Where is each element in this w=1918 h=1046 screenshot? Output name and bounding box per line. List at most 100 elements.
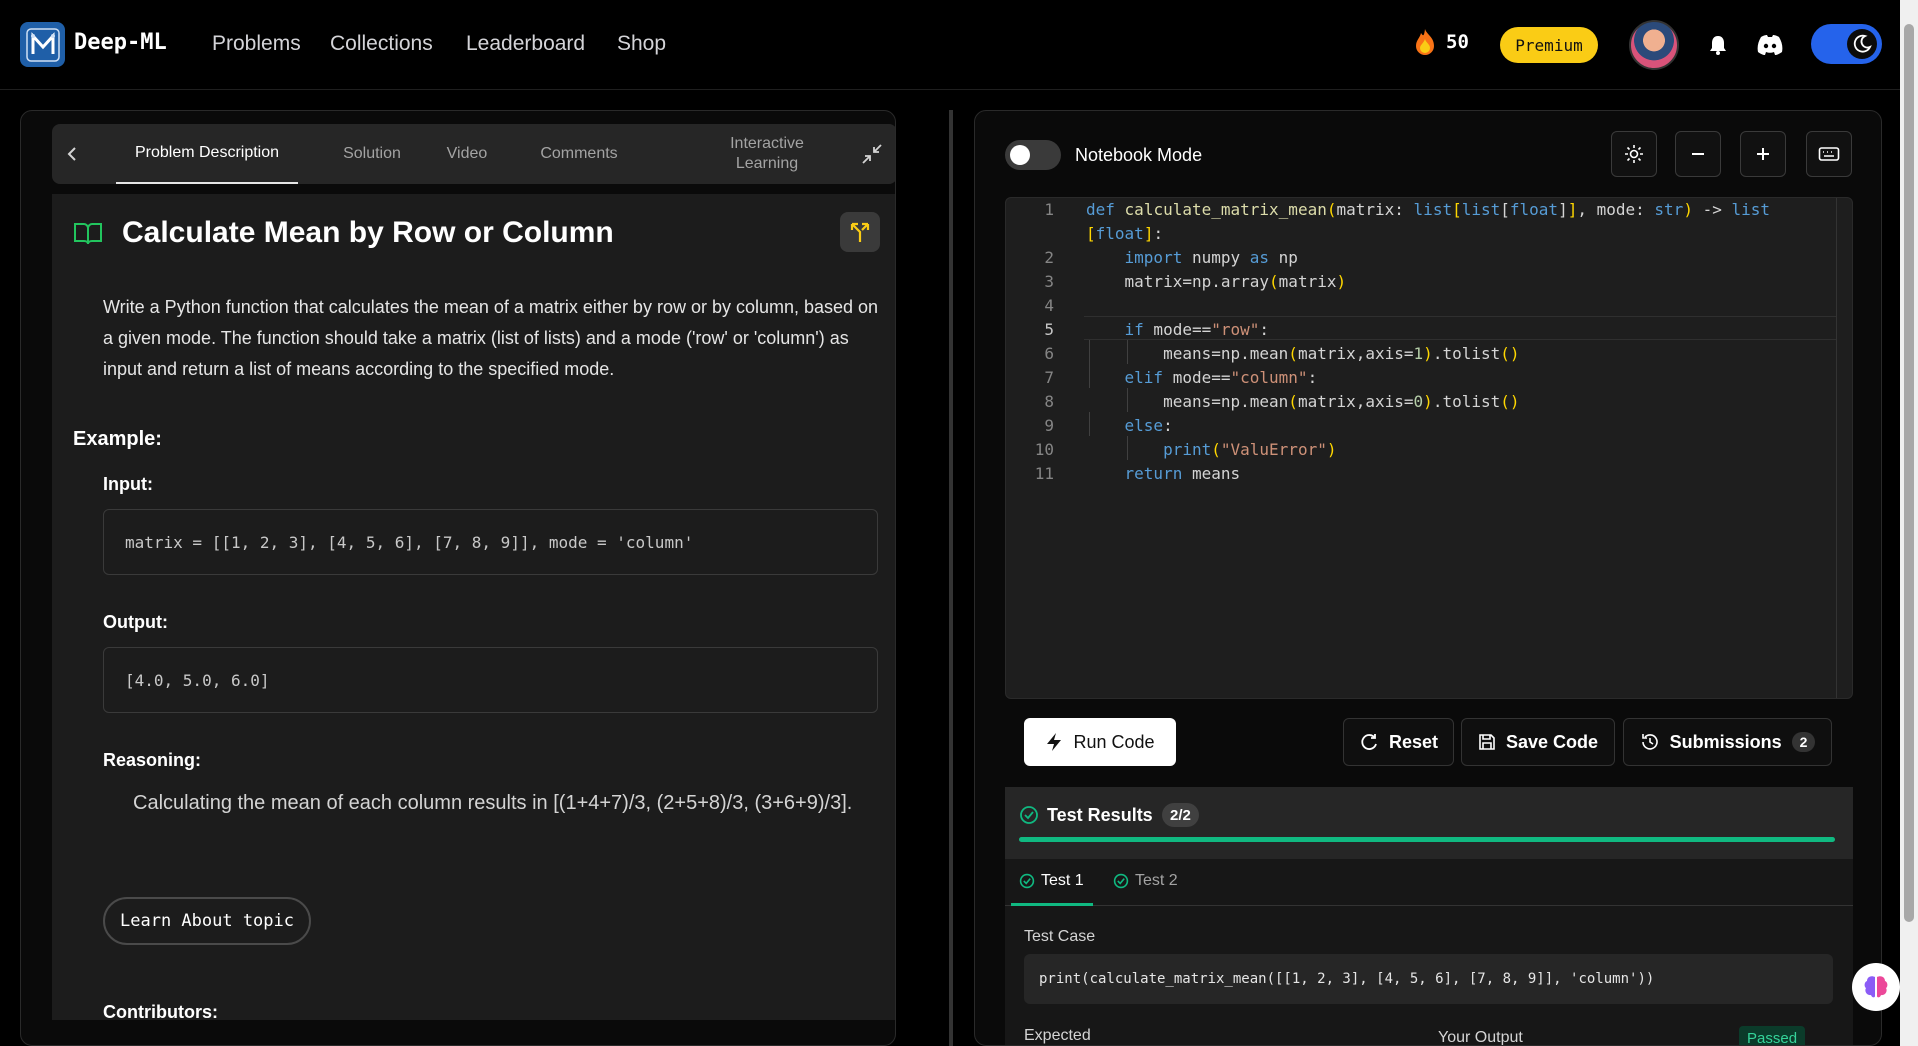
page-scrollbar[interactable] — [1900, 0, 1918, 1046]
submissions-count: 2 — [1791, 732, 1816, 752]
code-line: 4 — [1006, 294, 1836, 318]
test-case-label: Test Case — [1024, 928, 1096, 945]
code-text: else: — [1124, 416, 1173, 435]
submissions-label: Submissions — [1669, 731, 1782, 752]
output-code-block: [4.0, 5.0, 6.0] — [103, 647, 878, 713]
reasoning-label: Reasoning: — [103, 750, 202, 770]
test-results: Test Results 2/2 Test 1 Test 2 Test Case… — [1005, 787, 1853, 1046]
your-output-label: Your Output — [1438, 1029, 1523, 1046]
lightning-icon — [1047, 733, 1062, 751]
passed-status-badge: Passed — [1739, 1026, 1806, 1045]
theme-toggle[interactable] — [1811, 24, 1882, 64]
discord-icon[interactable] — [1756, 33, 1784, 57]
code-text: return means — [1124, 464, 1241, 483]
test-2-label: Test 2 — [1135, 872, 1178, 889]
sun-icon[interactable] — [1611, 131, 1657, 177]
code-editor[interactable]: 1 def calculate_matrix_mean(matrix: list… — [1005, 197, 1853, 699]
line-number: 2 — [1044, 248, 1054, 267]
save-icon — [1479, 734, 1495, 750]
run-code-label: Run Code — [1073, 731, 1155, 752]
reset-button[interactable]: Reset — [1343, 718, 1454, 766]
learn-about-topic-button[interactable]: Learn About topic — [103, 897, 311, 945]
code-line: 5 if mode=="row": — [1006, 318, 1836, 342]
moon-icon — [1847, 29, 1877, 59]
back-chevron-icon[interactable] — [52, 124, 92, 184]
brain-icon — [1864, 976, 1888, 998]
submissions-button[interactable]: Submissions 2 — [1623, 718, 1832, 766]
code-line: 6 means=np.mean(matrix,axis=1).tolist() — [1006, 342, 1836, 366]
hint-button[interactable] — [840, 212, 880, 252]
input-label: Input: — [103, 474, 153, 494]
minus-icon[interactable] — [1675, 131, 1721, 177]
nav-link-problems[interactable]: Problems — [212, 32, 301, 56]
keyboard-icon[interactable] — [1806, 131, 1852, 177]
tab-solution[interactable]: Solution — [332, 124, 412, 184]
nav-link-shop[interactable]: Shop — [617, 32, 666, 56]
ai-assistant-button[interactable] — [1852, 963, 1900, 1011]
line-number: 1 — [1044, 200, 1054, 219]
code-line: [float]: — [1006, 222, 1836, 246]
nav-link-collections[interactable]: Collections — [330, 32, 433, 56]
problem-content: Calculate Mean by Row or Column Write a … — [52, 194, 895, 1020]
test-progress-fill — [1019, 837, 1835, 842]
editor-panel: Notebook Mode 1 def calculate_matrix_mea… — [974, 110, 1882, 1046]
brand-name[interactable]: Deep-ML — [74, 30, 167, 55]
top-navigation: Deep-ML Problems Collections Leaderboard… — [0, 0, 1900, 90]
code-text: def calculate_matrix_mean(matrix: list[l… — [1086, 200, 1771, 219]
line-number: 10 — [1034, 440, 1054, 459]
line-number: 9 — [1044, 416, 1054, 435]
premium-button[interactable]: Premium — [1500, 27, 1598, 63]
problem-panel: Problem Description Solution Video Comme… — [20, 110, 896, 1046]
code-line: 9 else: — [1006, 414, 1836, 438]
test-case-code: print(calculate_matrix_mean([[1, 2, 3], … — [1024, 954, 1833, 1004]
active-test-tab-indicator — [1011, 903, 1093, 906]
deep-ml-logo-icon[interactable] — [20, 22, 65, 67]
editor-scrollbar[interactable] — [1836, 198, 1837, 698]
test-results-header: Test Results 2/2 — [1005, 787, 1853, 859]
check-circle-icon — [1019, 873, 1035, 889]
streak-counter[interactable]: 50 — [1412, 28, 1469, 56]
save-code-label: Save Code — [1505, 731, 1599, 752]
line-number: 8 — [1044, 392, 1054, 411]
tab-comments[interactable]: Comments — [524, 124, 634, 184]
code-line: 3 matrix=np.array(matrix) — [1006, 270, 1836, 294]
check-circle-icon — [1113, 873, 1129, 889]
tab-problem-description[interactable]: Problem Description — [116, 124, 298, 184]
tab-test-2[interactable]: Test 2 — [1113, 872, 1178, 890]
code-line: 1 def calculate_matrix_mean(matrix: list… — [1006, 198, 1836, 222]
code-text: print("ValuError") — [1163, 440, 1337, 459]
code-text: matrix=np.array(matrix) — [1086, 272, 1347, 291]
code-text: means=np.mean(matrix,axis=0).tolist() — [1086, 392, 1520, 411]
nav-link-leaderboard[interactable]: Leaderboard — [466, 32, 585, 56]
collapse-icon[interactable] — [852, 124, 892, 184]
logo-graphic — [25, 27, 60, 62]
code-text: import numpy as np — [1124, 248, 1298, 267]
line-number: 5 — [1044, 320, 1054, 339]
reasoning-text: Calculating the mean of each column resu… — [133, 792, 853, 814]
problem-title: Calculate Mean by Row or Column — [122, 216, 614, 249]
save-code-button[interactable]: Save Code — [1461, 718, 1615, 766]
run-code-button[interactable]: Run Code — [1024, 718, 1176, 766]
notebook-mode-toggle[interactable] — [1005, 140, 1061, 170]
line-number: 7 — [1044, 368, 1054, 387]
test-score-badge: 2/2 — [1162, 803, 1199, 827]
test-1-label: Test 1 — [1041, 872, 1084, 889]
history-icon — [1641, 734, 1658, 750]
avatar[interactable] — [1629, 20, 1679, 70]
bell-icon[interactable] — [1706, 33, 1730, 57]
panel-resize-handle[interactable] — [949, 110, 953, 1046]
tab-test-1[interactable]: Test 1 — [1019, 872, 1084, 890]
page-scrollbar-thumb[interactable] — [1904, 24, 1914, 922]
test-tabs-divider — [1005, 905, 1853, 906]
code-line: 10 print("ValuError") — [1006, 438, 1836, 462]
input-code-block: matrix = [[1, 2, 3], [4, 5, 6], [7, 8, 9… — [103, 509, 878, 575]
plus-icon[interactable] — [1740, 131, 1786, 177]
toggle-knob — [1010, 145, 1030, 165]
tab-interactive-learning[interactable]: Interactive Learning — [712, 124, 822, 184]
line-number: 4 — [1044, 296, 1054, 315]
test-progress-bar — [1019, 837, 1835, 842]
tab-video[interactable]: Video — [432, 124, 502, 184]
refresh-icon — [1361, 734, 1377, 750]
example-heading: Example: — [73, 428, 162, 450]
code-line: 2 import numpy as np — [1006, 246, 1836, 270]
